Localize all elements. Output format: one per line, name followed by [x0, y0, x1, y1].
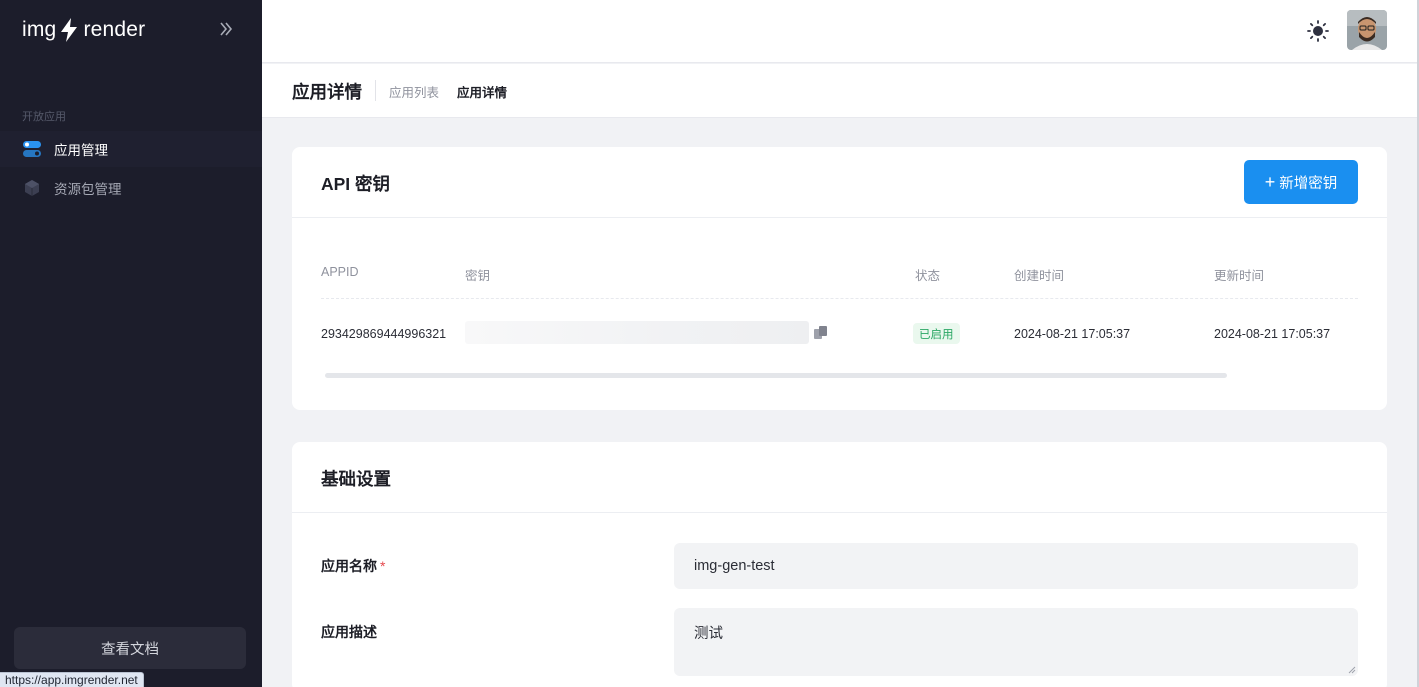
card-header: API 密钥 + 新增密钥: [292, 147, 1387, 218]
sun-icon: [1307, 20, 1329, 42]
column-header-status: 状态: [915, 269, 941, 283]
card-title: API 密钥: [321, 174, 391, 194]
avatar[interactable]: [1347, 10, 1387, 50]
app-name-input[interactable]: img-gen-test: [674, 543, 1358, 589]
masked-secret-key: [465, 321, 809, 344]
add-key-button[interactable]: + 新增密钥: [1244, 160, 1358, 204]
sidebar-item-resource-packs[interactable]: 资源包管理: [0, 170, 262, 206]
add-key-label: 新增密钥: [1279, 175, 1338, 192]
view-docs-button[interactable]: 查看文档: [14, 627, 246, 669]
resize-grip-icon[interactable]: [1348, 666, 1356, 674]
status-url: https://app.imgrender.net: [0, 672, 144, 687]
divider: [375, 80, 376, 101]
collapse-sidebar-button[interactable]: [215, 18, 237, 40]
breadcrumb-app-list[interactable]: 应用列表: [389, 82, 439, 101]
status-badge: 已启用: [913, 323, 960, 344]
app-desc-label: 应用描述: [321, 624, 377, 640]
column-header-updated: 更新时间: [1214, 269, 1265, 283]
sidebar-section-title: 开放应用: [22, 111, 66, 123]
app-desc-textarea[interactable]: 测试: [674, 608, 1358, 676]
bolt-icon: [61, 18, 78, 42]
app-name-label-text: 应用名称: [321, 558, 377, 574]
breadcrumb-current: 应用详情: [457, 86, 508, 100]
table-header-divider: [321, 298, 1358, 299]
brand-text-right: render: [83, 18, 146, 41]
user-avatar-icon: [1347, 10, 1387, 50]
double-chevron-right-icon: [220, 22, 233, 36]
base-settings-card: 基础设置 应用名称 * img-gen-test 应用描述 测试: [292, 442, 1387, 687]
updated-time-cell: 2024-08-21 17:05:37: [1214, 327, 1331, 341]
api-key-card: API 密钥 + 新增密钥 APPID 密钥 状态 创建时间 更新时间 2934…: [292, 147, 1387, 410]
app-name-label: 应用名称 *: [321, 556, 385, 576]
box-icon: [23, 179, 41, 197]
required-mark: *: [380, 558, 386, 574]
card-title: 基础设置: [321, 469, 391, 489]
toggle-icon: [23, 140, 41, 158]
table-horizontal-scrollbar[interactable]: [325, 373, 1227, 378]
column-header-appid: APPID: [321, 265, 359, 279]
sidebar-item-app-management[interactable]: 应用管理: [0, 131, 262, 167]
page-title: 应用详情: [292, 82, 362, 102]
brand-text-left: img: [22, 18, 57, 41]
created-time-cell: 2024-08-21 17:05:37: [1014, 327, 1131, 341]
app-root: img render 开放应用 应用管理 资源包管理 查看文档 https://…: [0, 0, 1419, 687]
sidebar-item-label: 应用管理: [54, 143, 108, 158]
theme-toggle-button[interactable]: [1307, 20, 1329, 42]
app-name-value: img-gen-test: [694, 558, 775, 574]
card-header: 基础设置: [292, 442, 1387, 513]
copy-icon[interactable]: [814, 326, 828, 340]
brand-logo[interactable]: img render: [22, 16, 145, 44]
page-header: 应用详情 应用列表 应用详情: [262, 64, 1417, 118]
column-header-key: 密钥: [465, 269, 491, 283]
app-desc-value: 测试: [694, 626, 723, 642]
sidebar: img render 开放应用 应用管理 资源包管理 查看文档: [0, 0, 262, 687]
top-header: [262, 0, 1417, 63]
plus-icon: +: [1264, 172, 1276, 192]
sidebar-item-label: 资源包管理: [54, 182, 122, 197]
column-header-created: 创建时间: [1014, 269, 1065, 283]
appid-cell: 293429869444996321: [321, 327, 447, 341]
